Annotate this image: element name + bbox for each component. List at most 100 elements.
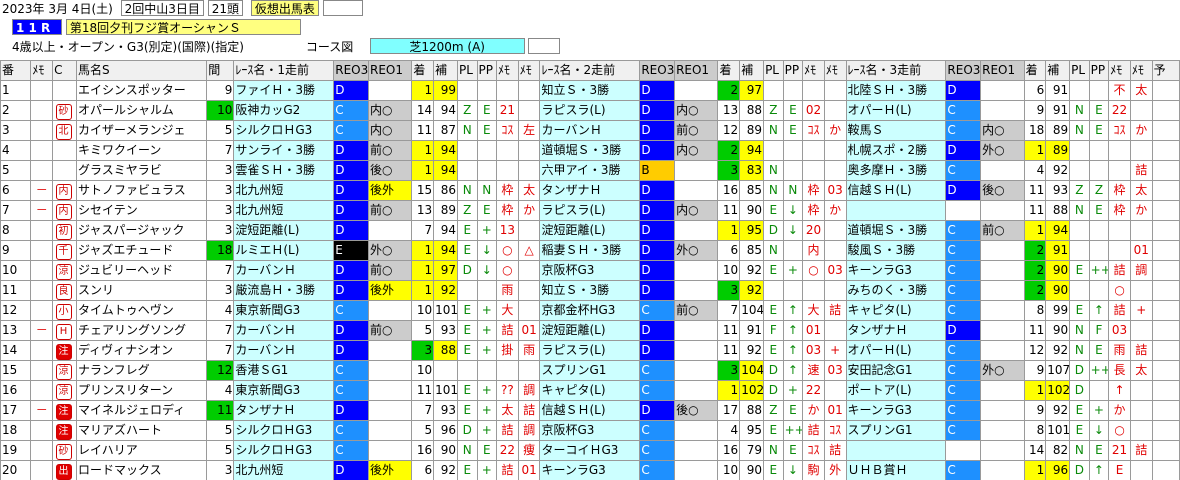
pl: N <box>763 180 784 201</box>
col-header-30[interactable]: ﾒﾓ <box>1108 60 1131 81</box>
table-row[interactable]: 15 涼ナランフレグ 12 香港ＳG1 C 10 スプリンG1 C 3 104 D ↑ 速 03 安田記念G… <box>0 360 1180 381</box>
prediction <box>1151 400 1180 421</box>
table-row[interactable]: 1 エイシンスポッター 9 ファイＨ・3勝 D 1 99 知立Ｓ・3勝 D 2 97 北陸ＳＨ・3勝 D… <box>0 80 1180 101</box>
finish: 10 <box>411 300 435 321</box>
prediction <box>1151 100 1180 121</box>
col-header-23[interactable]: ﾚｰｽ名・3走前 <box>845 60 947 81</box>
col-header-31[interactable]: ﾒﾓ <box>1129 60 1153 81</box>
col-header-24[interactable]: REO3 <box>945 60 982 81</box>
finish: 6 <box>411 460 435 480</box>
col-header-22[interactable]: ﾒﾓ <box>823 60 847 81</box>
col-header-13[interactable]: ﾒﾓ <box>517 60 541 81</box>
table-row[interactable]: 8 初ジャスパージャック 3 淀短距離(L) D 7 94 E +13 淀短距離(L) D 1 95 D ↓… <box>0 220 1180 241</box>
finish: 5 <box>411 420 435 441</box>
col-header-19[interactable]: PL <box>763 60 784 81</box>
table-row[interactable]: 11 良スンリ 3 厳流島Ｈ・3勝 D 後外 1 92 雨知立Ｓ・3勝 D 3 92 みちのく・3勝 C 2… <box>0 280 1180 301</box>
memo1 <box>496 160 519 181</box>
race-name: 北九州短 <box>233 200 335 221</box>
col-header-11[interactable]: PP <box>476 60 498 81</box>
table-row[interactable]: 7 －内シセイテン 3 北九州短 D 前○ 13 89 Z E 枠かラピスラ(L) D 内○ 11 90 E ↓… <box>0 200 1180 221</box>
race-name: シルクロＨG3 <box>233 420 335 441</box>
pp: E <box>782 400 804 421</box>
rec1 <box>980 80 1025 101</box>
rating: 92 <box>739 340 765 361</box>
interval: 5 <box>206 420 235 441</box>
table-row[interactable]: 17 －注マイネルジェロディ 11 タンザナＨ D 7 93 E + 太詰信越ＳＨ(L) D 後○ 17… <box>0 400 1180 421</box>
col-header-20[interactable]: PP <box>782 60 804 81</box>
rec1: 前○ <box>367 320 413 341</box>
col-header-26[interactable]: 着 <box>1023 60 1047 81</box>
memo1: 詰 <box>1108 260 1131 281</box>
col-header-16[interactable]: REO1 <box>674 60 719 81</box>
prediction <box>1151 200 1180 221</box>
race-name <box>845 440 947 461</box>
pl: N <box>1069 340 1090 361</box>
table-row[interactable]: 16 涼プリンスリターン 4 東京新聞G3 C 11 101 E +?? 調キャピタ(L) C 1 10… <box>0 380 1180 401</box>
col-header-21[interactable]: ﾒﾓ <box>802 60 825 81</box>
col-header-14[interactable]: ﾚｰｽ名・2走前 <box>539 60 641 81</box>
interval: 4 <box>206 300 235 321</box>
table-row[interactable]: 10 涼ジュビリーヘッド 7 カーバンＨ D 前○ 1 97 D ↓ ○ 京阪杯G3 D 10 92 E + ○ 0… <box>0 260 1180 281</box>
table-row[interactable]: 20 出ロードマックス 3 北九州短 D 後外 6 92 E + 詰 01 キーンラG3 C 10 90 E ↓ 駒… <box>0 460 1180 480</box>
table-row[interactable]: 2 砂オパールシャルム 10 阪神カッG2 C 内○ 14 94 Z E 21 ラピスラ(L) D 内○ 1… <box>0 100 1180 121</box>
table-row[interactable]: 5 グラスミヤラビ 3 雲雀ＳＨ・3勝 D 後○ 1 94 六甲アイ・3勝 B 3 83 N 奥多摩Ｈ・3… <box>0 160 1180 181</box>
col-header-18[interactable]: 補 <box>739 60 765 81</box>
pp: E <box>1088 200 1110 221</box>
pp: ↑ <box>782 300 804 321</box>
table-row[interactable]: 18注マリアズハート5シルクロＨG3C596D+詰調京阪杯G3C495E++詰ｺ… <box>0 420 1180 441</box>
pl <box>1069 140 1090 161</box>
horse-name: オパールシャルム <box>75 100 208 121</box>
pl: D <box>1069 380 1090 401</box>
col-header-32[interactable]: 予 <box>1151 60 1180 81</box>
race-name: 北九州短 <box>233 180 335 201</box>
race-number: 1 1 R <box>12 19 62 35</box>
memo2 <box>823 280 847 301</box>
rating: 92 <box>433 280 458 301</box>
rating: 90 <box>739 460 765 480</box>
pp <box>1088 380 1110 401</box>
col-header-1[interactable]: ﾒﾓ <box>30 60 54 81</box>
table-row[interactable]: 12 小タイムトゥヘヴン 4 東京新聞G3 C 10 101 E + 大京都金杯HG3 C 前○ 7 10… <box>0 300 1180 321</box>
course-map-label[interactable]: コース図 <box>306 38 366 56</box>
race-name: 北陸ＳＨ・3勝 <box>845 80 947 101</box>
memo1: ○ <box>496 260 519 281</box>
memo1: 20 <box>802 220 825 241</box>
col-header-2[interactable]: C <box>52 60 77 81</box>
rating: 92 <box>739 280 765 301</box>
table-row[interactable]: 4 キミワクイーン 7 サンライ・3勝 D 前○ 1 94 道頓堀Ｓ・3勝 D 内○ 2 94 札幌スポ・… <box>0 140 1180 161</box>
col-header-4[interactable]: 間 <box>206 60 235 81</box>
rec1 <box>674 160 719 181</box>
memo1: 詰 <box>496 460 519 480</box>
col-header-25[interactable]: REO1 <box>980 60 1025 81</box>
condition-mark <box>52 160 77 181</box>
finish: 8 <box>1023 300 1047 321</box>
col-header-7[interactable]: REO1 <box>367 60 413 81</box>
col-header-27[interactable]: 補 <box>1045 60 1071 81</box>
table-row[interactable]: 9 千ジャズエチュード 18 ルミエＨ(L) E 外○ 1 94 E ↓ ○ △ 稲妻ＳＨ・3勝 D 外○ 6… <box>0 240 1180 261</box>
col-header-9[interactable]: 補 <box>433 60 458 81</box>
table-row[interactable]: 19 砂レイハリア 5 シルクロＨG3 C 16 90 N E 22 痩ターコイＨG3 C 16 79 N E… <box>0 440 1180 461</box>
col-header-12[interactable]: ﾒﾓ <box>496 60 519 81</box>
header-row: 番ﾒﾓ C 馬名S 間ﾚｰｽ名・1走前 REO3 REO1 着補 PL PP ﾒﾓ ﾒﾓ ﾚｰｽ名・2… <box>0 60 1180 81</box>
table-row[interactable]: 14 注ディヴィナシオン 7 カーバンＨ D 3 88 E + 掛雨ラピスラ(L) D 11 92 E ↑ 0… <box>0 340 1180 361</box>
condition-seal: 内 <box>55 204 72 220</box>
memo1: 03 <box>802 340 825 361</box>
pl: N <box>1069 120 1090 141</box>
rec1 <box>367 300 413 321</box>
memo2 <box>1129 380 1153 401</box>
col-header-5[interactable]: ﾚｰｽ名・1走前 <box>233 60 335 81</box>
col-header-3[interactable]: 馬名S <box>75 60 208 81</box>
col-header-6[interactable]: REO3 <box>333 60 369 81</box>
col-header-28[interactable]: PL <box>1069 60 1090 81</box>
table-row[interactable]: 6 －内サトノファビュラス 3 北九州短 D 後外 15 86 N N 枠太タンザナＨ D 16 85 N N… <box>0 180 1180 201</box>
col-header-8[interactable]: 着 <box>411 60 435 81</box>
col-header-15[interactable]: REO3 <box>639 60 676 81</box>
col-header-17[interactable]: 着 <box>717 60 741 81</box>
col-header-0[interactable]: 番 <box>0 60 32 81</box>
table-row[interactable]: 13 － H チェアリングソング 7 カーバンＨ D 前○ 5 93 E + 詰 01 淀短距離(L) D 11… <box>0 320 1180 341</box>
col-header-10[interactable]: PL <box>456 60 478 81</box>
rating: 89 <box>433 200 458 221</box>
col-header-29[interactable]: PP <box>1088 60 1110 81</box>
condition-mark: 砂 <box>52 440 77 461</box>
table-row[interactable]: 3 北カイザーメランジェ 5 シルクロＨG3 C 内○ 11 87 N E ｺｽ左カーバンＨ D 前○ 1… <box>0 120 1180 141</box>
